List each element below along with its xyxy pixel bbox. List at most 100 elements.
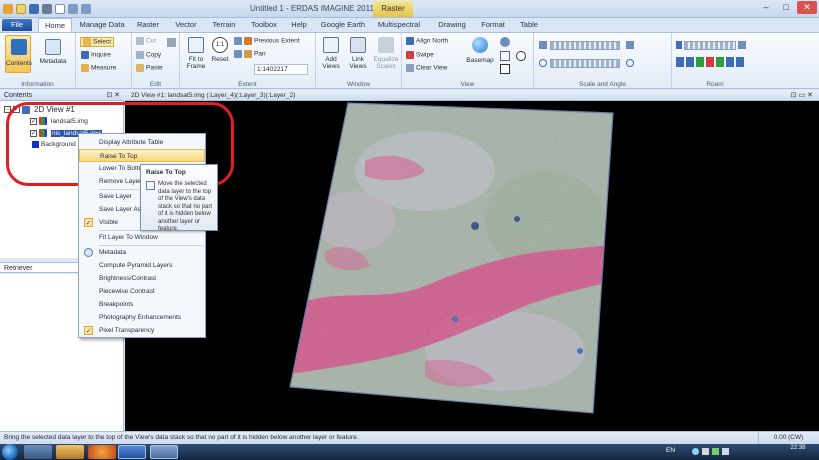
tab-terrain[interactable]: Terrain <box>207 18 241 32</box>
menu-item-brightness-contrast[interactable]: Brightness/Contrast <box>79 272 205 285</box>
tab-home[interactable]: Home <box>38 18 72 32</box>
menu-item-photography-enhancements[interactable]: Photography Enhancements <box>79 311 205 324</box>
roam-speed-slider[interactable] <box>684 41 736 50</box>
measure-button[interactable]: Measure <box>81 64 116 72</box>
pan-button[interactable]: Pan <box>234 50 266 58</box>
app-logo-icon[interactable] <box>3 4 13 14</box>
select-button[interactable]: Select <box>80 37 115 47</box>
previous-extent-icon <box>244 37 252 45</box>
network-icon[interactable] <box>692 448 699 455</box>
scale-combo[interactable]: 1:1402217 <box>254 64 308 75</box>
basemap-button[interactable]: Basemap <box>466 37 494 75</box>
zoom-view-icon[interactable] <box>500 37 510 47</box>
contents-button[interactable]: Contents <box>5 35 32 73</box>
tab-google-earth[interactable]: Google Earth <box>318 18 368 32</box>
group-label-information: Information <box>21 81 54 88</box>
reset-button[interactable]: 1:1 Reset <box>209 37 231 73</box>
menu-item-display-attribute-table[interactable]: Display Attribute Table <box>79 136 205 149</box>
previous-extent-button[interactable]: Previous Extent <box>234 37 300 45</box>
zoom-out-scale-icon[interactable] <box>626 41 634 49</box>
clear-view-button[interactable]: Clear View <box>406 64 447 72</box>
taskbar-explorer-icon[interactable] <box>24 445 52 459</box>
angle-slider[interactable] <box>550 59 620 68</box>
menu-item-compute-pyramid-layers[interactable]: Compute Pyramid Layers <box>79 259 205 272</box>
group-label-view: View <box>460 81 475 88</box>
context-tab-raster[interactable]: Raster <box>373 1 413 17</box>
minimize-button[interactable]: – <box>756 1 776 14</box>
inquire-button[interactable]: Inquire <box>81 51 111 59</box>
clear-view-label: Clear View <box>416 64 448 72</box>
roam-play-icon[interactable] <box>716 57 724 67</box>
cut-button[interactable]: Cut <box>136 37 156 45</box>
tab-multispectral[interactable]: Multispectral <box>372 18 426 32</box>
roam-options-icon[interactable] <box>738 41 746 49</box>
equalize-scales-button[interactable]: Equalize Scales <box>372 37 400 75</box>
add-views-button[interactable]: Add Views <box>318 37 344 75</box>
tab-raster[interactable]: Raster <box>131 18 165 32</box>
paste-icon <box>136 64 144 72</box>
rotate-icon[interactable] <box>539 59 547 67</box>
maximize-button[interactable]: □ <box>776 1 796 14</box>
roam-first-icon[interactable] <box>676 57 684 67</box>
metadata-button[interactable]: Metadata <box>36 37 70 71</box>
paste-button[interactable]: Paste <box>136 64 163 72</box>
menu-item-pixel-transparency[interactable]: ✓ Pixel Transparency <box>79 324 205 337</box>
tab-toolbox[interactable]: Toolbox <box>246 18 282 32</box>
tab-drawing[interactable]: Drawing <box>432 18 472 32</box>
new-view-icon[interactable] <box>55 4 65 14</box>
quick-access-toolbar <box>3 2 91 16</box>
taskbar-firefox-icon[interactable] <box>88 445 116 459</box>
taskbar-folder-icon[interactable] <box>56 445 84 459</box>
ribbon-group-edit: Cut Copy Paste Edit <box>132 33 180 89</box>
redo-icon[interactable] <box>81 4 91 14</box>
tab-format[interactable]: Format <box>476 18 510 32</box>
flag-icon[interactable] <box>722 448 729 455</box>
tab-vector[interactable]: Vector <box>169 18 203 32</box>
checkmark-icon: ✓ <box>84 326 93 335</box>
fit-to-frame-button[interactable]: Fit to Frame <box>184 37 208 73</box>
fit-to-frame-label: Fit to Frame <box>186 56 206 70</box>
tray-language[interactable]: EN <box>666 447 675 454</box>
ribbon-tabs: File Home Manage Data Raster Vector Terr… <box>0 18 819 32</box>
scale-slider[interactable] <box>550 41 620 50</box>
roam-last-icon[interactable] <box>736 57 744 67</box>
copy-button[interactable]: Copy <box>136 51 161 59</box>
swipe-button[interactable]: Swipe <box>406 51 434 59</box>
align-north-button[interactable]: Align North <box>406 37 448 45</box>
tab-help[interactable]: Help <box>286 18 312 32</box>
start-button-icon[interactable] <box>2 444 18 460</box>
grid-icon[interactable] <box>500 51 510 61</box>
link-views-button[interactable]: Link Views <box>345 37 371 75</box>
taskbar-word-icon[interactable] <box>118 445 146 459</box>
roam-prev-icon[interactable] <box>686 57 694 67</box>
roam-stop-icon[interactable] <box>706 57 714 67</box>
roam-next-icon[interactable] <box>726 57 734 67</box>
battery-icon[interactable] <box>712 448 719 455</box>
save-icon[interactable] <box>29 4 39 14</box>
zoom-in-icon[interactable] <box>539 41 547 49</box>
rotate-ccw-icon[interactable] <box>626 59 634 67</box>
view-window-controls[interactable]: ⊡ ▭ ✕ <box>791 90 813 101</box>
menu-item-breakpoints[interactable]: Breakpoints <box>79 298 205 311</box>
menu-item-piecewise-contrast[interactable]: Piecewise Contrast <box>79 285 205 298</box>
pin-icon[interactable]: ⊡ ✕ <box>106 90 120 101</box>
volume-icon[interactable] <box>702 448 709 455</box>
open-folder-icon[interactable] <box>16 4 26 14</box>
close-button[interactable]: ✕ <box>797 1 817 14</box>
tab-file[interactable]: File <box>2 19 32 31</box>
select-label: Select <box>93 38 112 46</box>
delete-icon[interactable] <box>167 38 176 47</box>
tab-table[interactable]: Table <box>514 18 544 32</box>
menu-item-raise-to-top[interactable]: Raise To Top <box>79 149 205 162</box>
undo-icon[interactable] <box>68 4 78 14</box>
layout-icon[interactable] <box>500 64 510 74</box>
roam-settings-icon[interactable] <box>676 41 682 49</box>
tab-manage-data[interactable]: Manage Data <box>76 18 128 32</box>
taskbar-erdas-icon[interactable] <box>150 445 178 459</box>
menu-item-metadata[interactable]: Metadata <box>79 246 205 259</box>
compass-icon[interactable] <box>516 51 526 61</box>
tray-clock[interactable]: 22:38 <box>780 445 816 452</box>
roam-back-icon[interactable] <box>696 57 704 67</box>
reset-label: Reset <box>211 56 229 63</box>
print-icon[interactable] <box>42 4 52 14</box>
